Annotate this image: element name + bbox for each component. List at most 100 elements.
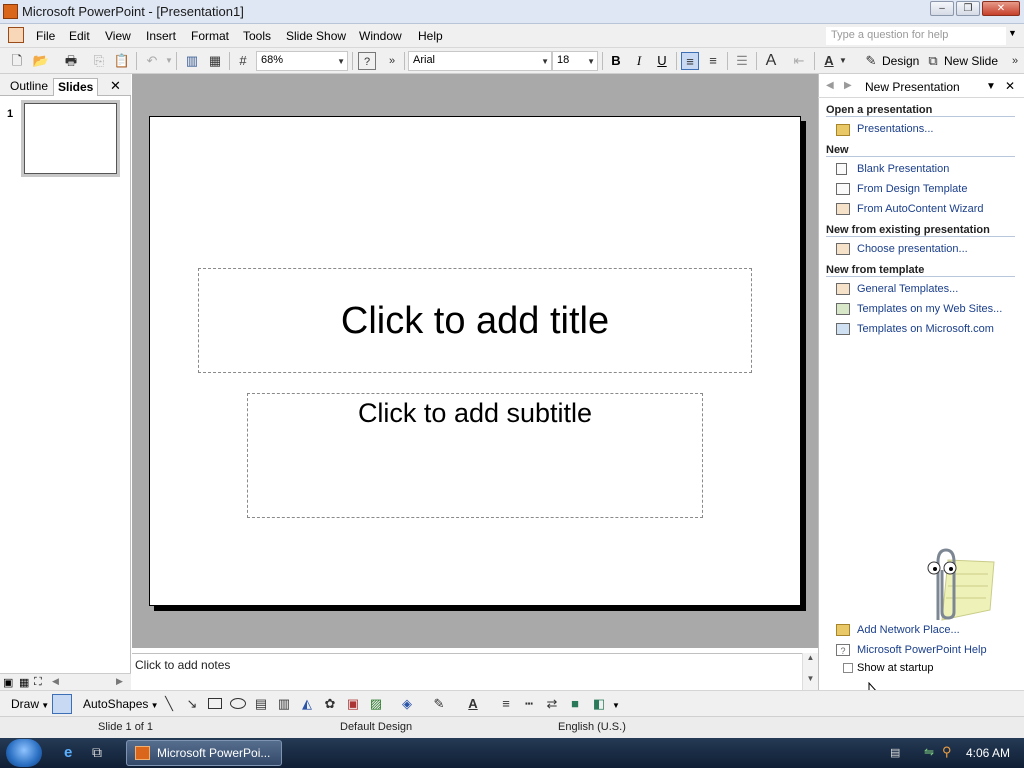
menu-window[interactable]: Window [359, 29, 402, 43]
scroll-right-icon[interactable]: ▶ [116, 676, 123, 687]
picture-icon[interactable]: ▨ [367, 695, 385, 713]
fill-color-icon[interactable]: ◈ [398, 695, 416, 713]
link-from-design-template[interactable]: From Design Template [857, 183, 967, 195]
italic-button[interactable]: I [630, 52, 648, 70]
3d-style-icon[interactable]: ◧ [590, 695, 608, 713]
link-general-templates[interactable]: General Templates... [857, 283, 958, 295]
line-style-icon[interactable]: ≡ [497, 695, 515, 713]
link-templates-web-sites[interactable]: Templates on my Web Sites... [857, 303, 1002, 315]
insert-picture-icon[interactable]: ▣ [344, 695, 362, 713]
font-combo[interactable]: Arial ▼ [408, 51, 552, 71]
new-slide-button[interactable]: New Slide [944, 54, 998, 68]
font-size-combo[interactable]: 18 ▼ [552, 51, 598, 71]
start-button[interactable] [6, 739, 42, 767]
help-icon[interactable]: ? [358, 52, 376, 70]
powerpoint-app-icon[interactable] [3, 4, 18, 19]
new-slide-icon[interactable]: ⧉ [924, 52, 942, 70]
keyboard-icon[interactable]: ▤ [890, 746, 900, 759]
close-icon[interactable]: ✕ [1005, 79, 1015, 93]
notes-placeholder[interactable]: Click to add notes [135, 658, 230, 672]
bullets-icon[interactable]: ☰ [733, 52, 751, 70]
chevron-down-icon[interactable]: ▼ [612, 701, 620, 710]
decrease-indent-icon[interactable]: ⇤ [790, 52, 808, 70]
line-icon[interactable]: ╲ [160, 695, 178, 713]
grid-icon[interactable]: # [234, 52, 252, 70]
font-color-dropdown-icon[interactable]: ▼ [838, 52, 848, 70]
font-color-icon[interactable]: A [464, 695, 482, 713]
clip-art-icon[interactable]: ✿ [321, 695, 339, 713]
link-blank-presentation[interactable]: Blank Presentation [857, 163, 949, 175]
link-autocontent-wizard[interactable]: From AutoContent Wizard [857, 203, 984, 215]
paste-icon[interactable]: 📋 [113, 52, 131, 70]
close-button[interactable]: ✕ [982, 1, 1020, 16]
document-icon[interactable] [8, 27, 24, 43]
more-buttons-icon[interactable]: » [383, 52, 401, 70]
link-add-network-place[interactable]: Add Network Place... [857, 624, 960, 636]
close-pane-icon[interactable]: ✕ [110, 78, 121, 94]
link-presentations[interactable]: Presentations... [857, 123, 933, 135]
scroll-up-icon[interactable]: ▲ [803, 653, 818, 662]
menu-help[interactable]: Help [418, 29, 443, 43]
normal-view-icon[interactable]: ▣ [3, 676, 13, 689]
taskbar-powerpoint-button[interactable]: Microsoft PowerPoi... [126, 740, 282, 766]
arrow-icon[interactable]: ↘ [183, 695, 201, 713]
undo-icon[interactable]: ↶ [143, 52, 161, 70]
search-icon[interactable]: ⚲ [942, 744, 952, 760]
text-box-icon[interactable]: ▤ [252, 695, 270, 713]
bold-button[interactable]: B [607, 52, 625, 70]
print-icon[interactable]: 🖶 [62, 52, 80, 70]
insert-chart-icon[interactable]: ▥ [183, 52, 201, 70]
arrow-style-icon[interactable]: ⇄ [543, 695, 561, 713]
scroll-left-icon[interactable]: ◀ [52, 676, 59, 687]
tab-slides[interactable]: Slides [53, 78, 99, 96]
link-powerpoint-help[interactable]: Microsoft PowerPoint Help [857, 644, 987, 656]
open-folder-icon[interactable]: 📂 [32, 52, 50, 70]
insert-table-icon[interactable]: ▦ [206, 52, 224, 70]
ask-dropdown-icon[interactable]: ▼ [1008, 28, 1017, 38]
line-color-icon[interactable]: ✎ [430, 695, 448, 713]
increase-font-size-icon[interactable]: A [762, 52, 780, 70]
link-templates-microsoft[interactable]: Templates on Microsoft.com [857, 323, 994, 335]
align-center-icon[interactable]: ≡ [704, 52, 722, 70]
notes-pane[interactable] [132, 653, 818, 690]
back-icon[interactable]: ◀ [826, 80, 834, 91]
network-icon[interactable]: ⇋ [924, 745, 934, 759]
menu-edit[interactable]: Edit [69, 29, 90, 43]
tab-outline[interactable]: Outline [6, 78, 52, 96]
autoshapes-menu-button[interactable]: AutoShapes ▼ [83, 697, 159, 711]
menu-insert[interactable]: Insert [146, 29, 176, 43]
link-choose-presentation[interactable]: Choose presentation... [857, 243, 968, 255]
rectangle-icon[interactable] [208, 698, 222, 709]
show-desktop-icon[interactable]: ⧉ [92, 744, 102, 761]
restore-button[interactable]: ❐ [956, 1, 980, 16]
minimize-button[interactable]: – [930, 1, 954, 16]
ask-question-input[interactable]: Type a question for help [826, 27, 1006, 45]
font-color-icon[interactable]: A [820, 52, 838, 70]
copy-icon[interactable]: ⎘ [90, 52, 108, 70]
chevron-down-icon[interactable]: ▼ [986, 81, 996, 92]
menu-file[interactable]: File [36, 29, 55, 43]
draw-menu-button[interactable]: Draw ▼ [11, 697, 49, 711]
forward-icon[interactable]: ▶ [844, 80, 852, 91]
show-at-startup-checkbox[interactable] [843, 663, 853, 673]
underline-button[interactable]: U [653, 52, 671, 70]
oval-icon[interactable] [230, 698, 246, 709]
wordart-icon[interactable]: ▥ [275, 695, 293, 713]
dash-style-icon[interactable]: ┅ [520, 695, 538, 713]
slide-show-icon[interactable]: ⛶ [34, 676, 42, 689]
align-left-icon[interactable]: ≡ [681, 52, 699, 70]
design-icon[interactable]: ✎ [862, 52, 880, 70]
menu-format[interactable]: Format [191, 29, 229, 43]
office-assistant-clippy[interactable] [908, 540, 998, 624]
zoom-combo[interactable]: 68% ▼ [256, 51, 348, 71]
design-button[interactable]: Design [882, 54, 919, 68]
menu-tools[interactable]: Tools [243, 29, 271, 43]
menu-view[interactable]: View [105, 29, 131, 43]
scroll-down-icon[interactable]: ▼ [803, 674, 818, 683]
new-document-icon[interactable]: 🗋 [8, 52, 26, 70]
subtitle-placeholder[interactable]: Click to add subtitle [247, 393, 703, 518]
notes-scrollbar[interactable]: ▲ ▼ [802, 653, 818, 690]
title-placeholder[interactable]: Click to add title [198, 268, 752, 373]
more-buttons-icon[interactable]: » [1006, 52, 1024, 70]
slide-sorter-icon[interactable]: ▦ [19, 676, 29, 689]
